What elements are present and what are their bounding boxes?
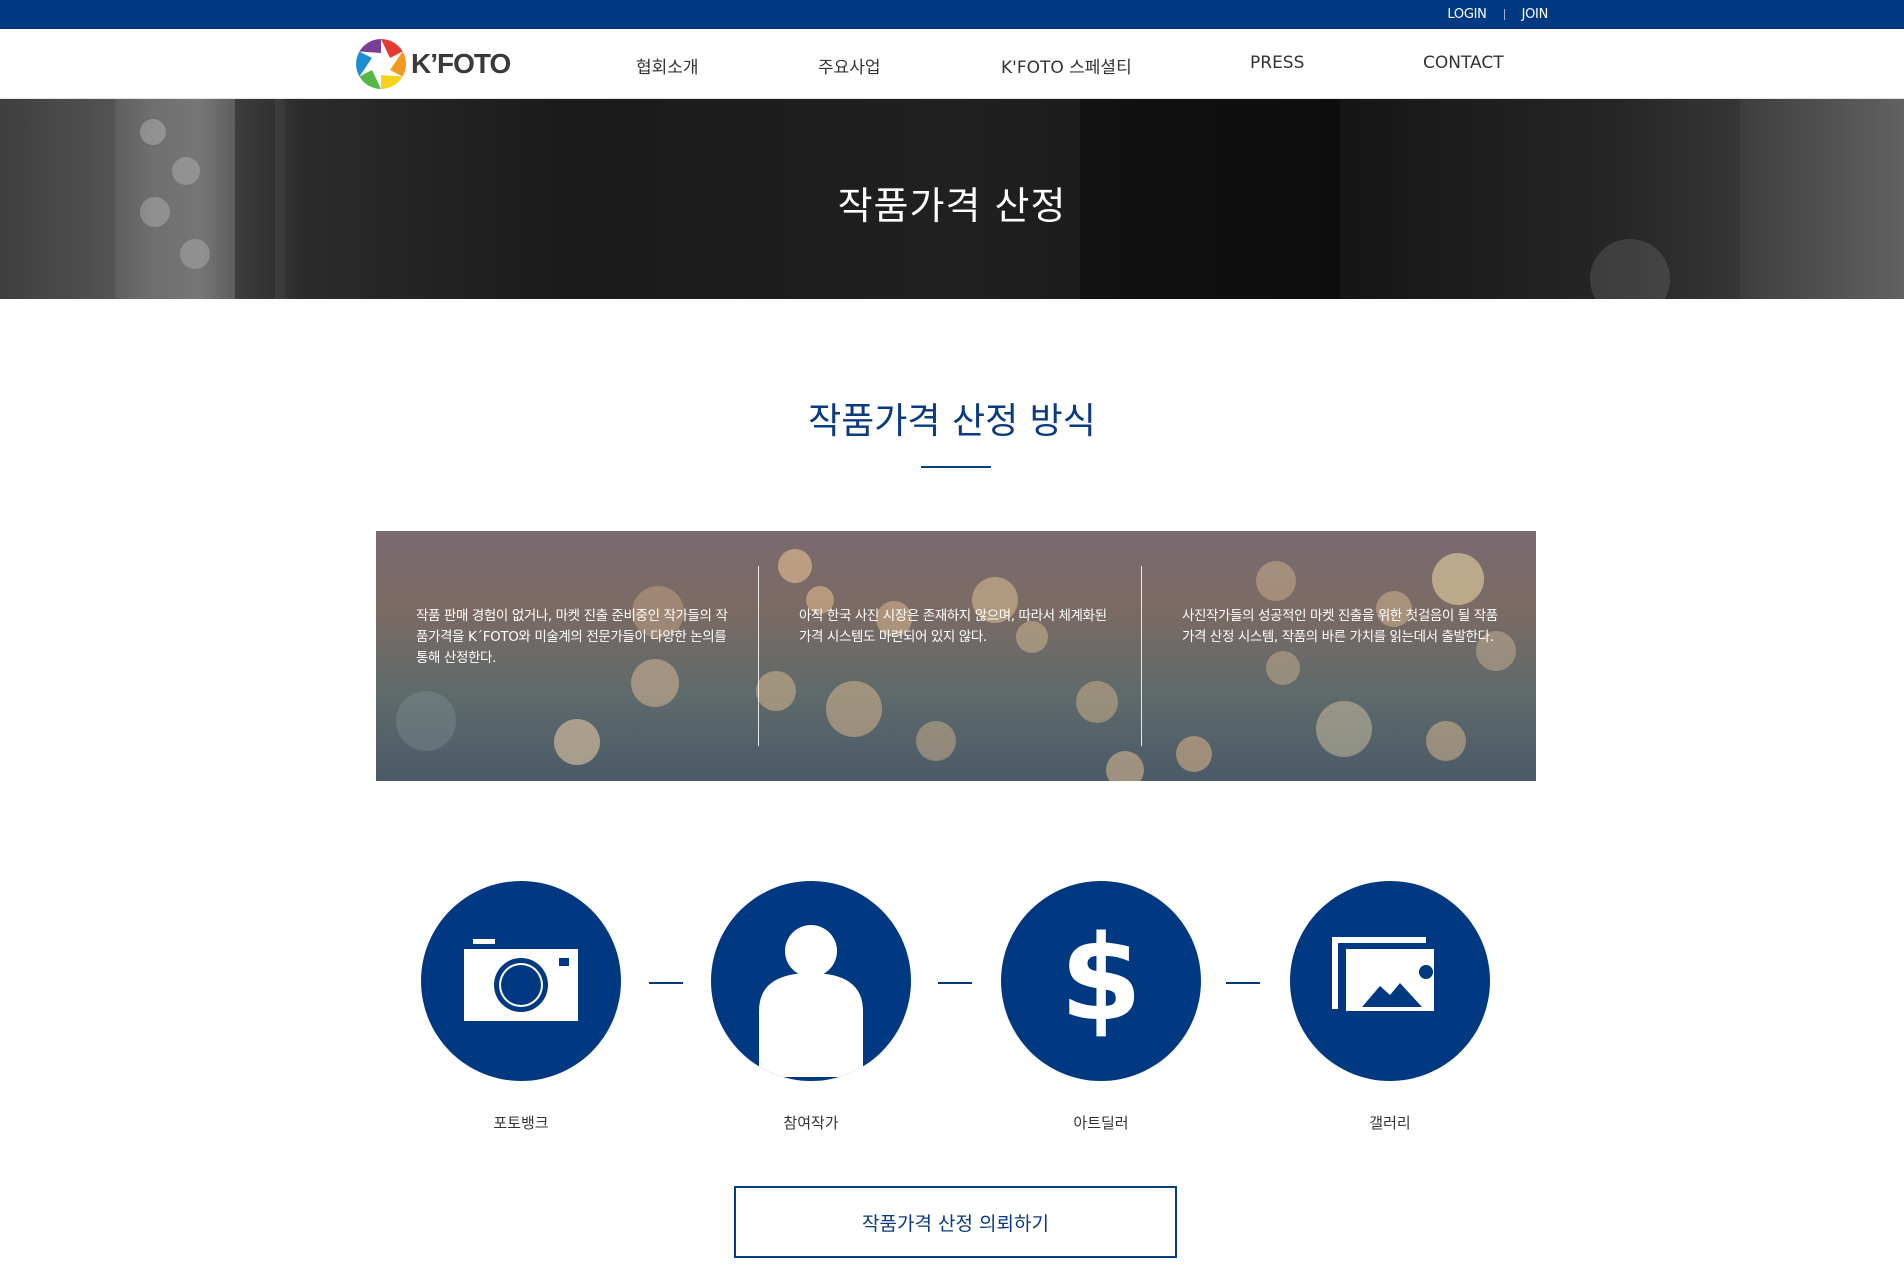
- gallery-image-icon: [1332, 937, 1434, 1011]
- step-artists: [711, 881, 911, 1081]
- person-icon: [759, 925, 863, 1077]
- description-text-2: 아직 한국 사진 시장은 존재하지 않으며, 따라서 체계화된 가격 시스템도 …: [799, 608, 1107, 645]
- hero-banner: 작품가격 산정: [0, 99, 1904, 299]
- nav-about[interactable]: 협회소개: [636, 53, 699, 78]
- top-utility-bar: LOGIN JOIN: [0, 0, 1904, 29]
- camera-icon: [464, 939, 578, 1021]
- join-link[interactable]: JOIN: [1522, 7, 1549, 22]
- svg-text:$: $: [1060, 909, 1142, 1047]
- step-label: 갤러리: [1369, 1114, 1411, 1132]
- hero-title: 작품가격 산정: [837, 184, 1067, 228]
- step-art-dealer: $: [1001, 881, 1201, 1081]
- request-pricing-button[interactable]: 작품가격 산정 의뢰하기: [734, 1186, 1177, 1258]
- step-connector: [938, 982, 972, 984]
- step-photobank: [421, 881, 621, 1081]
- description-column: 작품 판매 경험이 없거나, 마켓 진출 준비중인 작가들의 작품가격을 K´F…: [376, 531, 758, 781]
- nav-press[interactable]: PRESS: [1250, 53, 1304, 73]
- hero-light-spot: [1590, 239, 1670, 299]
- hero-light-spot: [180, 239, 210, 269]
- login-link[interactable]: LOGIN: [1447, 7, 1486, 22]
- step-label: 포토뱅크: [493, 1114, 549, 1132]
- description-column: 사진작가들의 성공적인 마켓 진출을 위한 첫걸음이 될 작품가격 산정 시스템…: [1142, 531, 1524, 781]
- utility-links: LOGIN JOIN: [1447, 0, 1548, 29]
- step-connector: [1226, 982, 1260, 984]
- utility-divider: [1503, 9, 1505, 20]
- nav-specialty[interactable]: K'FOTO 스페셜티: [1001, 53, 1132, 78]
- step-label: 아트딜러: [1073, 1114, 1129, 1132]
- step-gallery: [1290, 881, 1490, 1081]
- section-title-underline: [921, 466, 991, 468]
- step-label: 참여작가: [783, 1114, 839, 1132]
- step-connector: [649, 982, 683, 984]
- section-title: 작품가격 산정 방식: [808, 401, 1096, 442]
- pricing-description-panel: 작품 판매 경험이 없거나, 마켓 진출 준비중인 작가들의 작품가격을 K´F…: [376, 531, 1536, 781]
- nav-business[interactable]: 주요사업: [818, 53, 881, 78]
- hero-light-spot: [140, 119, 166, 145]
- dollar-icon: $: [1060, 909, 1142, 1047]
- description-column: 아직 한국 사진 시장은 존재하지 않으며, 따라서 체계화된 가격 시스템도 …: [759, 531, 1141, 781]
- main-nav: 협회소개 주요사업 K'FOTO 스페셜티 PRESS CONTACT: [0, 29, 1904, 99]
- description-text-3: 사진작가들의 성공적인 마켓 진출을 위한 첫걸음이 될 작품가격 산정 시스템…: [1182, 608, 1498, 645]
- site-header: K’FOTO 협회소개 주요사업 K'FOTO 스페셜티 PRESS CONTA…: [0, 29, 1904, 99]
- description-text-1: 작품 판매 경험이 없거나, 마켓 진출 준비중인 작가들의 작품가격을 K´F…: [416, 608, 728, 666]
- nav-contact[interactable]: CONTACT: [1423, 53, 1504, 73]
